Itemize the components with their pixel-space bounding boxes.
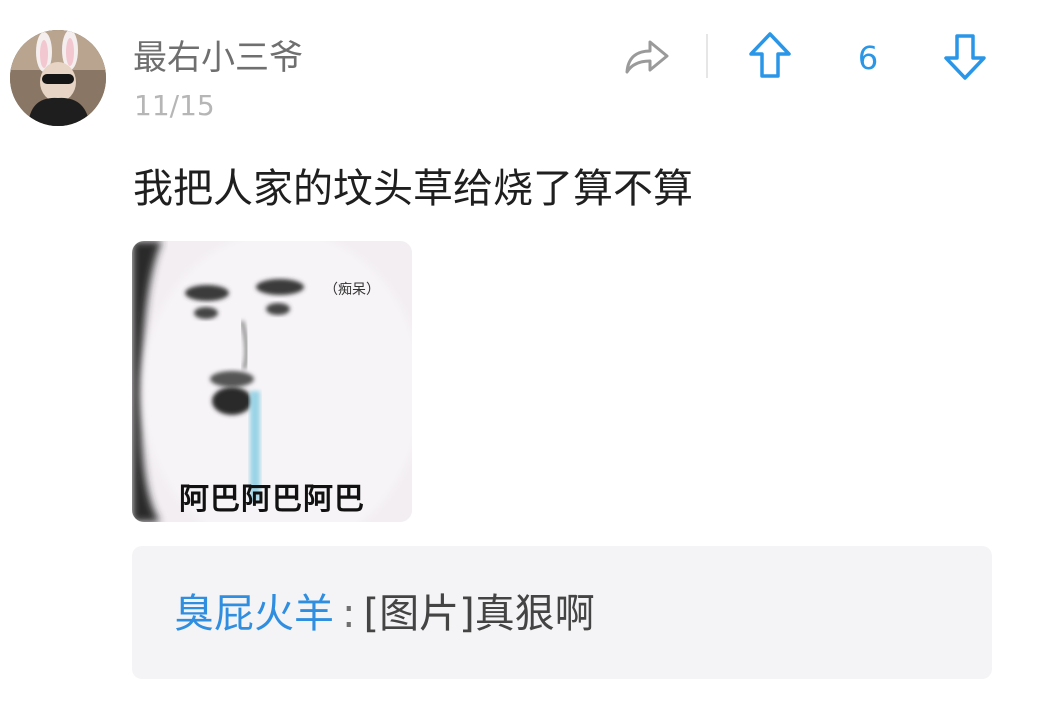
downvote-button[interactable] (942, 30, 988, 82)
comment-author[interactable]: 臭屁火羊 (174, 591, 334, 637)
share-button[interactable] (622, 34, 672, 78)
comment-separator: : (342, 591, 356, 637)
avatar-image (10, 30, 106, 126)
share-arrow-icon (625, 40, 669, 74)
arrow-up-icon (749, 32, 791, 78)
avatar[interactable] (10, 30, 106, 126)
meme-caption: 阿巴阿巴阿巴 (179, 482, 365, 517)
post-text: 我把人家的坟头草给烧了算不算 (133, 166, 693, 212)
username[interactable]: 最右小三爷 (133, 36, 303, 80)
comment-preview[interactable]: 臭屁火羊: [图片]真狠啊 (132, 546, 992, 679)
arrow-down-icon (944, 34, 986, 80)
upvote-button[interactable] (747, 30, 793, 82)
comment-text: [图片]真狠啊 (363, 591, 595, 637)
meme-tag-text: （痴呆） (324, 282, 380, 298)
post-date: 11/15 (134, 89, 215, 122)
vote-count: 6 (857, 39, 879, 77)
comment-line: 臭屁火羊: [图片]真狠啊 (174, 588, 595, 640)
post-image[interactable]: （痴呆） 阿巴阿巴阿巴 (132, 241, 412, 522)
action-divider (706, 34, 708, 78)
